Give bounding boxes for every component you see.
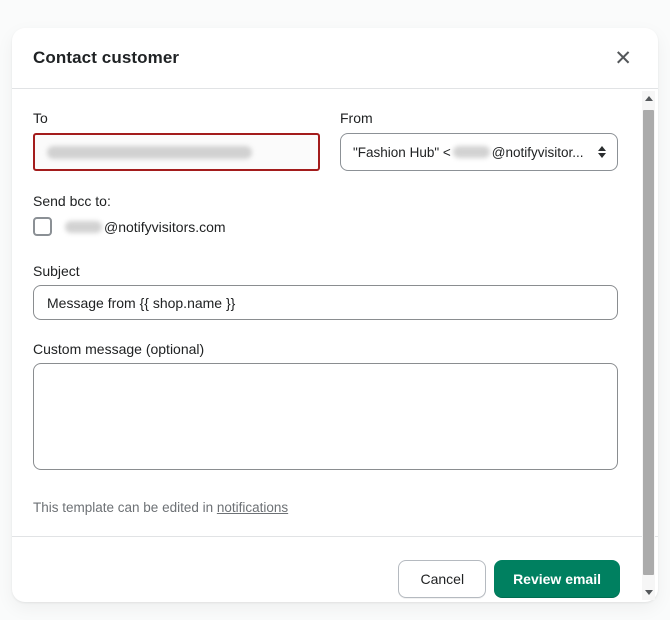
template-note-text: This template can be edited in (33, 500, 217, 515)
modal-title: Contact customer (33, 48, 179, 68)
template-note: This template can be edited in notificat… (33, 500, 618, 515)
from-field-group: From "Fashion Hub" < @notifyvisitor... (340, 110, 618, 171)
to-label: To (33, 110, 320, 126)
from-selected-suffix: @notifyvisitor... (492, 145, 584, 160)
modal-footer: Cancel Review email (12, 536, 658, 598)
from-selected-prefix: "Fashion Hub" < (353, 145, 451, 160)
bcc-email-domain: @notifyvisitors.com (104, 219, 226, 235)
close-icon[interactable]: ✕ (610, 46, 636, 71)
from-label: From (340, 110, 618, 126)
bcc-checkbox[interactable] (33, 217, 52, 236)
subject-label: Subject (33, 263, 618, 279)
bcc-label: Send bcc to: (33, 193, 618, 209)
cancel-button[interactable]: Cancel (398, 560, 486, 598)
scrollbar-thumb[interactable] (643, 110, 654, 575)
redacted-to-email-blur (47, 146, 252, 159)
from-select[interactable]: "Fashion Hub" < @notifyvisitor... (340, 133, 618, 171)
to-from-row: To From "Fashion Hub" < @notifyvisitor..… (33, 110, 618, 171)
scroll-down-icon[interactable] (642, 585, 655, 600)
to-field-group: To (33, 110, 320, 171)
to-input[interactable] (33, 133, 320, 171)
bcc-row: @notifyvisitors.com (33, 217, 618, 236)
scroll-up-icon[interactable] (642, 91, 655, 106)
modal-header: Contact customer ✕ (12, 28, 658, 89)
custom-message-label: Custom message (optional) (33, 341, 618, 357)
contact-customer-modal: Contact customer ✕ To From "Fashion Hub"… (12, 28, 658, 602)
notifications-link[interactable]: notifications (217, 500, 288, 515)
select-updown-icon (590, 146, 606, 158)
subject-input[interactable] (33, 285, 618, 320)
vertical-scrollbar[interactable] (642, 91, 655, 600)
review-email-button[interactable]: Review email (494, 560, 620, 598)
bcc-email-text: @notifyvisitors.com (63, 219, 226, 235)
redacted-bcc-local-part-blur (65, 221, 102, 233)
modal-body: To From "Fashion Hub" < @notifyvisitor..… (12, 89, 658, 602)
custom-message-textarea[interactable] (33, 363, 618, 470)
redacted-from-local-part-blur (453, 146, 490, 158)
